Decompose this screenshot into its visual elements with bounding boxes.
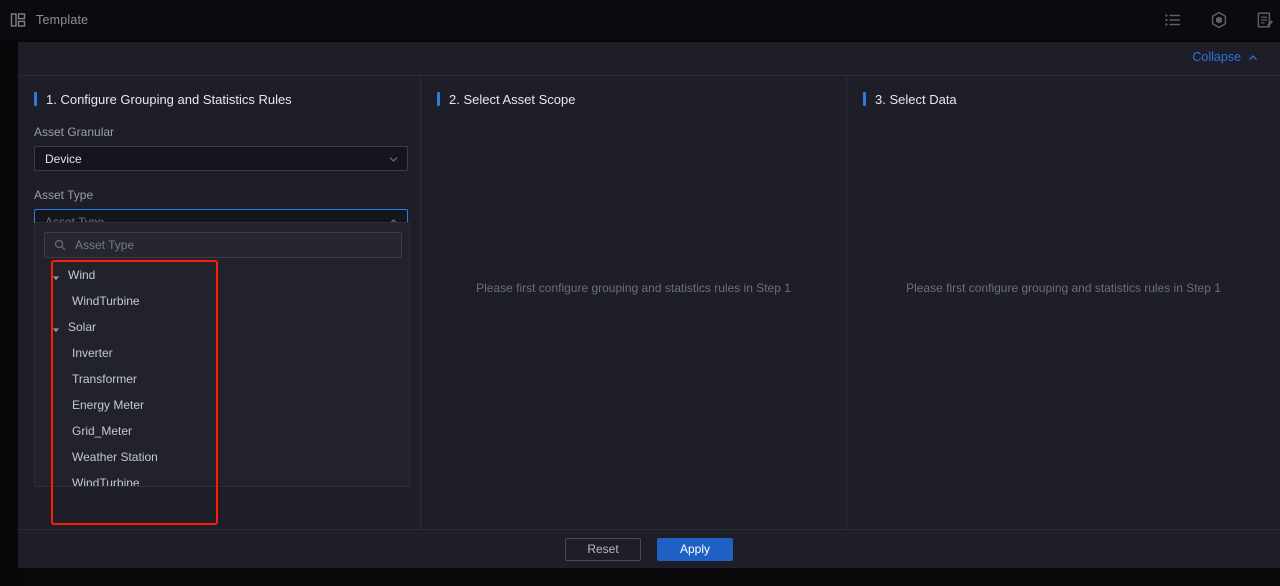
footer-actions: Reset Apply <box>18 529 1280 568</box>
chevron-up-icon <box>1248 52 1258 62</box>
reset-button[interactable]: Reset <box>565 537 641 561</box>
tree-group-wind[interactable]: Wind <box>44 262 400 288</box>
chevron-down-icon <box>388 153 399 164</box>
tree-group-label: Solar <box>68 320 97 334</box>
settings-hexagon-icon[interactable] <box>1210 11 1228 29</box>
page-title: Template <box>36 13 89 27</box>
step-1-title-row: 1. Configure Grouping and Statistics Rul… <box>34 90 400 108</box>
step-2-title-row: 2. Select Asset Scope <box>437 90 826 108</box>
step-accent-bar <box>863 92 866 106</box>
asset-type-dropdown: Asset Type Wind WindTurbine Solar Invert… <box>34 222 410 487</box>
top-bar-actions <box>1164 0 1280 40</box>
asset-granular-select[interactable]: Device <box>34 146 408 171</box>
layout-grid-icon <box>10 12 26 28</box>
step-1-title: 1. Configure Grouping and Statistics Rul… <box>46 91 292 107</box>
tree-item-transformer[interactable]: Transformer <box>44 366 400 392</box>
step-2-empty-hint: Please first configure grouping and stat… <box>476 281 791 295</box>
tree-item-inverter[interactable]: Inverter <box>44 340 400 366</box>
asset-type-label: Asset Type <box>34 188 94 202</box>
list-view-icon[interactable] <box>1164 11 1182 29</box>
app-root: Template Collapse 1. Configure Grouping … <box>0 0 1280 586</box>
step-accent-bar <box>437 92 440 106</box>
tree-item-grid-meter[interactable]: Grid_Meter <box>44 418 400 444</box>
caret-down-icon <box>52 271 60 281</box>
asset-type-search-input[interactable]: Asset Type <box>44 232 402 258</box>
tree-item-windturbine[interactable]: WindTurbine <box>44 288 400 314</box>
step-3-title: 3. Select Data <box>875 91 957 107</box>
step-3-panel: 3. Select Data Please first configure gr… <box>846 76 1280 530</box>
tree-group-solar[interactable]: Solar <box>44 314 400 340</box>
step-3-title-row: 3. Select Data <box>863 90 1260 108</box>
asset-granular-label: Asset Granular <box>34 125 115 139</box>
asset-granular-value: Device <box>45 151 82 166</box>
template-card: Collapse 1. Configure Grouping and Stati… <box>18 42 1280 568</box>
tree-item-energy-meter[interactable]: Energy Meter <box>44 392 400 418</box>
top-bar: Template <box>0 0 1280 40</box>
step-accent-bar <box>34 92 37 106</box>
apply-button[interactable]: Apply <box>657 537 733 561</box>
asset-type-tree: Wind WindTurbine Solar Inverter Transfor… <box>44 262 400 486</box>
search-icon <box>54 239 66 251</box>
asset-type-search-placeholder: Asset Type <box>75 238 135 252</box>
top-bar-brand: Template <box>10 12 88 28</box>
tree-item-weather-station[interactable]: Weather Station <box>44 444 400 470</box>
tree-item-windturbine-solar[interactable]: WindTurbine <box>44 470 400 486</box>
step-3-empty-hint: Please first configure grouping and stat… <box>906 281 1221 295</box>
edit-document-icon[interactable] <box>1256 11 1274 29</box>
caret-down-icon <box>52 323 60 333</box>
collapse-row: Collapse <box>18 42 1280 76</box>
step-2-title: 2. Select Asset Scope <box>449 91 576 107</box>
step-2-panel: 2. Select Asset Scope Please first confi… <box>420 76 846 530</box>
collapse-button[interactable]: Collapse <box>1192 50 1258 64</box>
collapse-label: Collapse <box>1192 50 1241 64</box>
left-rail <box>0 40 18 586</box>
tree-group-label: Wind <box>68 268 96 282</box>
